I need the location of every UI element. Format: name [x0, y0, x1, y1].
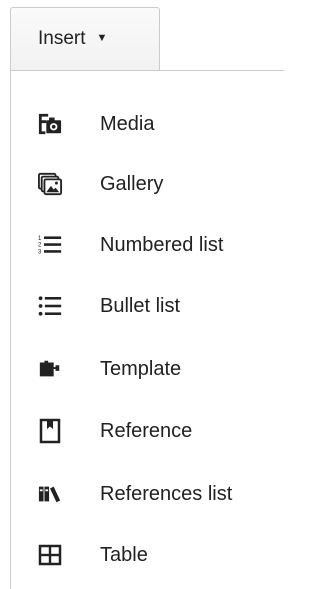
menu-item-media-label: Media: [100, 112, 155, 135]
insert-menu-label: Insert: [38, 28, 86, 49]
svg-text:3: 3: [38, 250, 42, 256]
svg-text:1: 1: [38, 236, 42, 242]
numbered-list-icon: 1 2 3: [38, 233, 62, 257]
reference-icon: [38, 418, 62, 444]
bullet-list-icon: [38, 294, 62, 318]
insert-menu-button[interactable]: Insert ▼: [10, 7, 160, 70]
insert-dropdown: Insert ▼ Media Gallery 1 2 3 Numbered li…: [0, 0, 284, 589]
menu-item-numbered-list[interactable]: 1 2 3 Numbered list: [11, 219, 285, 271]
menu-item-numbered-list-label: Numbered list: [100, 233, 224, 256]
svg-text:2: 2: [38, 243, 42, 249]
insert-menu: Media Gallery 1 2 3 Numbered list Bullet…: [10, 70, 284, 589]
media-icon: [38, 112, 62, 136]
menu-item-references-list[interactable]: References list: [11, 468, 285, 520]
gallery-icon: [38, 172, 62, 196]
menu-item-template[interactable]: Template: [11, 343, 285, 395]
menu-item-media[interactable]: Media: [11, 98, 285, 150]
menu-item-reference[interactable]: Reference: [11, 405, 285, 457]
menu-item-reference-label: Reference: [100, 419, 193, 442]
menu-item-table[interactable]: Table: [11, 529, 285, 581]
menu-item-table-label: Table: [100, 543, 148, 566]
menu-item-references-list-label: References list: [100, 482, 233, 505]
table-icon: [38, 543, 62, 567]
menu-item-template-label: Template: [100, 357, 182, 380]
menu-item-gallery[interactable]: Gallery: [11, 158, 285, 210]
references-list-icon: [38, 482, 62, 506]
menu-item-gallery-label: Gallery: [100, 172, 164, 195]
template-icon: [38, 357, 62, 381]
menu-item-bullet-list-label: Bullet list: [100, 294, 181, 317]
caret-down-icon: ▼: [96, 32, 108, 44]
menu-item-bullet-list[interactable]: Bullet list: [11, 280, 285, 332]
